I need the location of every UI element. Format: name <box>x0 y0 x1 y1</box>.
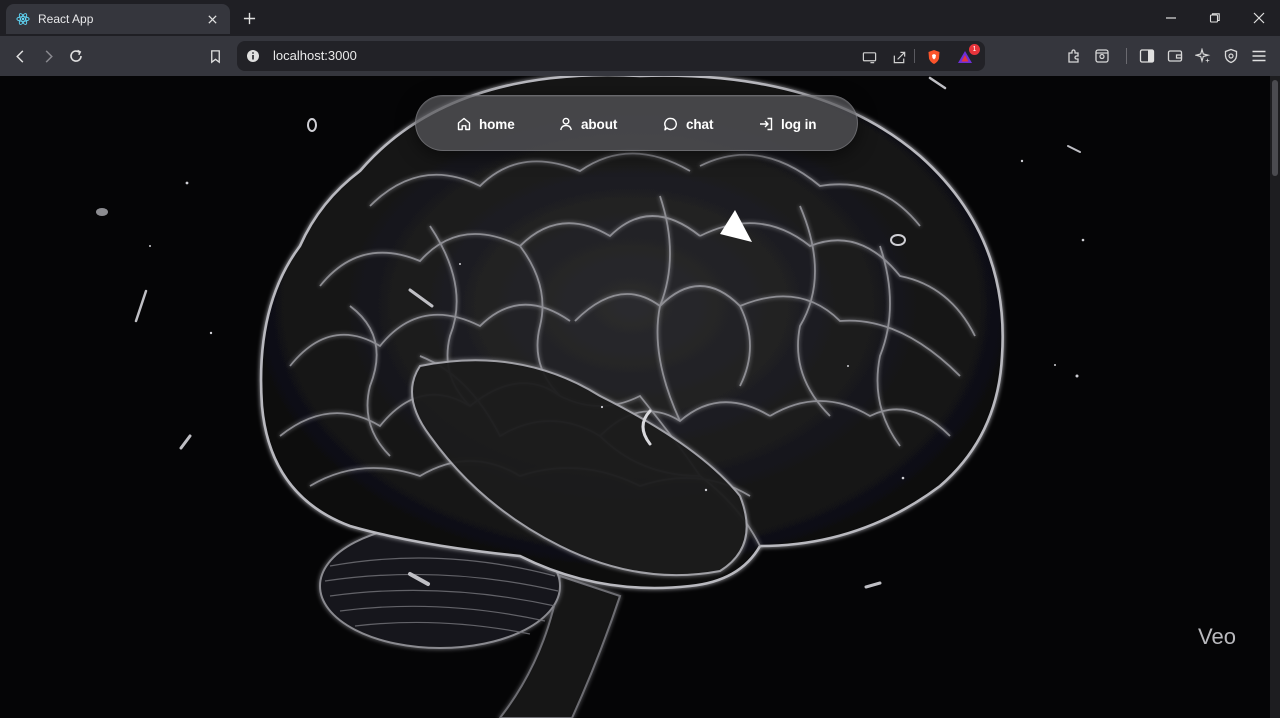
tab-react-app[interactable]: React App <box>6 4 230 34</box>
rewards-badge: 1 <box>969 44 980 55</box>
shield-icon <box>1224 48 1238 64</box>
hamburger-icon <box>1252 50 1266 62</box>
reload-icon <box>70 49 82 62</box>
nav-chat-label: chat <box>686 116 714 132</box>
nav-about[interactable]: about <box>558 114 617 134</box>
sparkle-icon <box>1195 48 1211 64</box>
urlbar-divider <box>914 49 915 63</box>
browser-toolbar: 1 <box>0 36 1280 76</box>
puzzle-icon <box>1068 49 1079 63</box>
vpn-button[interactable] <box>1222 47 1240 65</box>
reader-mode-button[interactable] <box>1093 47 1111 65</box>
bookmark-icon <box>210 49 220 63</box>
login-icon <box>760 117 773 131</box>
forward-button[interactable] <box>39 47 57 65</box>
main-nav: home about chat log in <box>415 95 858 151</box>
scrollbar-thumb[interactable] <box>1272 80 1278 176</box>
close-window-button[interactable] <box>1251 10 1267 26</box>
share-icon[interactable] <box>890 48 908 66</box>
nav-login[interactable]: log in <box>758 114 817 134</box>
tab-title: React App <box>38 12 94 26</box>
nav-chat[interactable]: chat <box>663 114 713 134</box>
nav-home[interactable]: home <box>456 114 515 134</box>
sidebar-icon <box>1139 49 1155 63</box>
veo-watermark: Veo <box>1198 624 1236 649</box>
user-icon <box>560 117 572 131</box>
brave-shields-icon[interactable] <box>925 48 943 66</box>
nav-home-label: home <box>479 116 515 132</box>
wallet-button[interactable] <box>1166 47 1184 65</box>
minimize-icon <box>1166 17 1176 19</box>
url-input[interactable] <box>273 48 753 63</box>
restore-button[interactable] <box>1207 10 1223 26</box>
chevron-right-icon <box>45 49 53 63</box>
page-viewport: home about chat log in <box>0 76 1270 718</box>
leo-ai-button[interactable] <box>1194 47 1212 65</box>
minimize-button[interactable] <box>1163 10 1179 26</box>
nav-about-label: about <box>581 116 618 132</box>
menu-button[interactable] <box>1250 47 1268 65</box>
chevron-left-icon <box>15 49 23 63</box>
wallet-icon <box>1167 50 1183 62</box>
reload-button[interactable] <box>67 47 85 65</box>
tab-strip: React App <box>0 0 1280 36</box>
react-atom-icon <box>16 12 30 26</box>
address-bar[interactable] <box>237 41 985 71</box>
restore-icon <box>1209 13 1220 23</box>
reader-icon <box>1095 49 1109 63</box>
new-tab-button[interactable] <box>240 9 258 27</box>
home-icon <box>457 117 471 131</box>
extensions-button[interactable] <box>1065 47 1083 65</box>
close-icon <box>1253 12 1265 24</box>
back-button[interactable] <box>11 47 29 65</box>
bookmark-button[interactable] <box>206 47 224 65</box>
sidebar-button[interactable] <box>1138 47 1156 65</box>
nav-login-label: log in <box>781 116 817 132</box>
toolbar-divider <box>1126 48 1127 64</box>
chat-bubble-icon <box>664 117 677 131</box>
plus-icon <box>243 12 255 24</box>
close-tab-icon[interactable] <box>204 11 220 27</box>
cast-icon[interactable] <box>860 48 878 66</box>
site-info-icon[interactable] <box>246 49 260 63</box>
brain-illustration <box>96 76 1085 718</box>
